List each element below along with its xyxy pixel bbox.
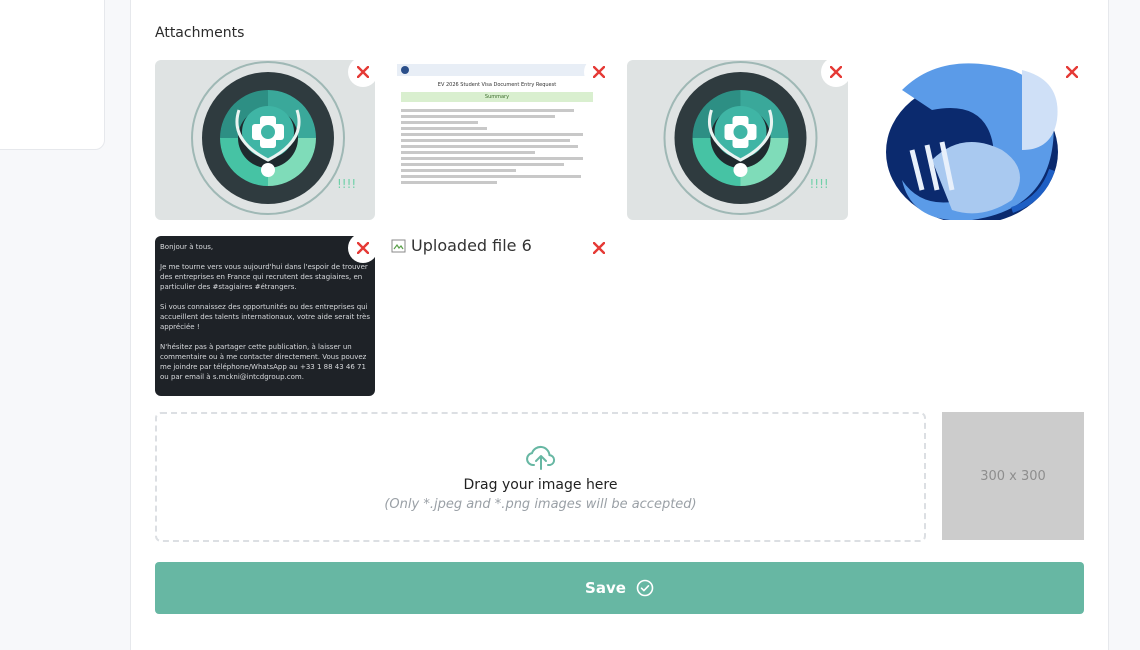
attachment-thumbnail-1[interactable]: !!!!	[155, 60, 375, 220]
section-title: Attachments	[155, 25, 245, 41]
remove-attachment-4-button[interactable]	[1057, 57, 1087, 87]
post-line-4: N'hésitez pas à partager cette publicati…	[160, 343, 367, 381]
image-preview-placeholder: 300 x 300	[942, 412, 1084, 540]
attachment-thumbnail-5[interactable]: Bonjour à tous, Je me tourne vers vous a…	[155, 236, 375, 396]
blue-illustration-image	[886, 63, 1058, 220]
broken-image-alt-text: Uploaded file 6	[411, 236, 532, 255]
attachment-thumbnail-4[interactable]	[872, 60, 1084, 220]
attachment-thumbnail-2[interactable]: EV 2026 Student Visa Document Entry Requ…	[391, 60, 603, 215]
cloud-upload-icon	[525, 445, 555, 470]
save-button[interactable]: Save	[155, 562, 1084, 614]
svg-text:!!!!: !!!!	[337, 177, 356, 191]
close-icon	[357, 242, 369, 254]
close-icon	[593, 242, 605, 254]
preview-size-label: 300 x 300	[980, 468, 1046, 484]
close-icon	[1066, 66, 1078, 78]
post-line-2: Je me tourne vers vous aujourd'hui dans …	[160, 263, 368, 291]
remove-attachment-1-button[interactable]	[348, 57, 378, 87]
save-button-label: Save	[585, 579, 626, 597]
attachment-thumbnail-3[interactable]: !!!!	[627, 60, 848, 220]
image-dropzone[interactable]: Drag your image here (Only *.jpeg and *.…	[155, 412, 926, 542]
document-banner: Summary	[401, 92, 593, 102]
attachment-thumbnail-6[interactable]: Uploaded file 6	[391, 236, 532, 255]
post-line-1: Bonjour à tous,	[160, 243, 214, 251]
document-header-bar	[397, 64, 597, 76]
check-circle-icon	[636, 579, 654, 597]
medical-emblem-image: !!!!	[663, 61, 829, 215]
close-icon	[593, 66, 605, 78]
remove-attachment-6-button[interactable]	[584, 233, 614, 263]
close-icon	[357, 66, 369, 78]
document-title: EV 2026 Student Visa Document Entry Requ…	[437, 82, 557, 88]
document-body	[397, 102, 597, 184]
seal-icon	[401, 66, 409, 74]
close-icon	[830, 66, 842, 78]
remove-attachment-3-button[interactable]	[821, 57, 851, 87]
svg-text:!!!!: !!!!	[810, 177, 829, 191]
remove-attachment-5-button[interactable]	[348, 233, 378, 263]
medical-emblem-image: !!!!	[191, 61, 356, 215]
sidebar-card	[0, 0, 105, 150]
post-line-3: Si vous connaissez des opportunités ou d…	[160, 303, 370, 331]
dropzone-hint: (Only *.jpeg and *.png images will be ac…	[384, 496, 697, 512]
broken-image-icon	[391, 239, 406, 252]
dropzone-title: Drag your image here	[463, 476, 618, 493]
remove-attachment-2-button[interactable]	[584, 57, 614, 87]
